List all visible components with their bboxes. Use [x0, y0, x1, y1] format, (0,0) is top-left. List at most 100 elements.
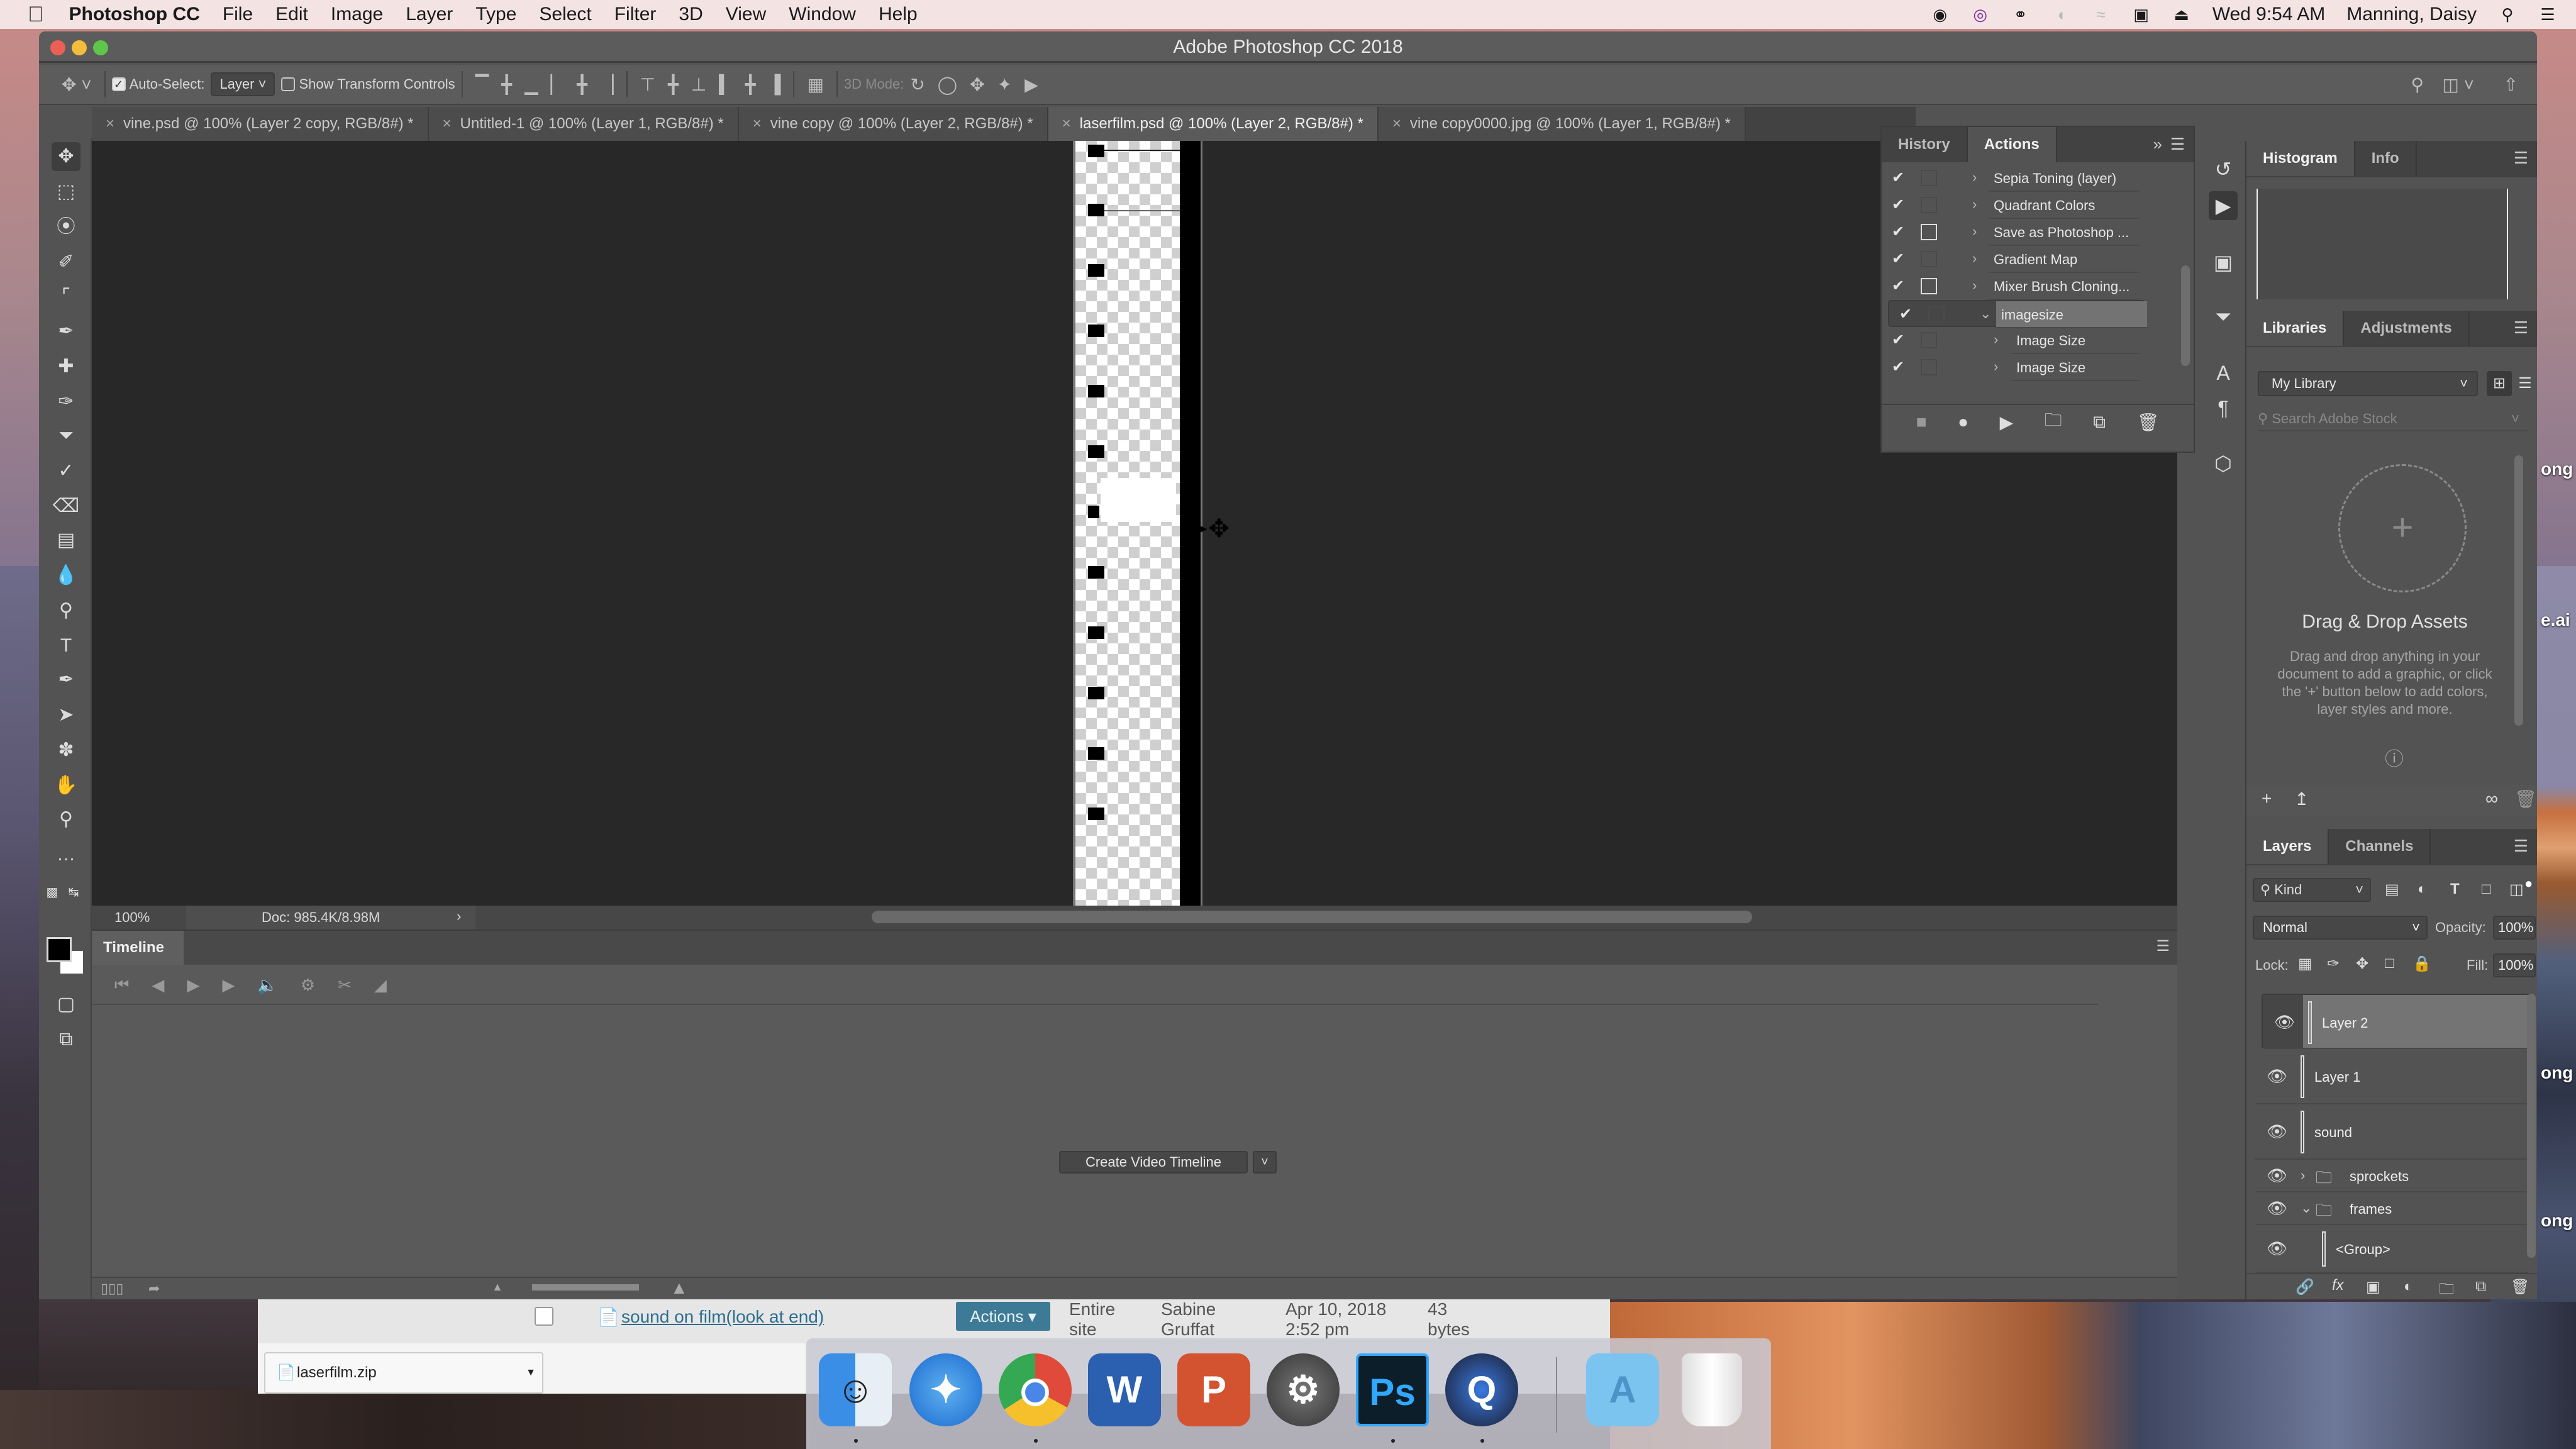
- lasso-tool-icon[interactable]: ⦿: [52, 213, 80, 242]
- doc-tab-active[interactable]: × laserfilm.psd @ 100% (Layer 2, RGB/8#) …: [1048, 107, 1379, 141]
- history-brush-tool-icon[interactable]: ✓: [52, 457, 80, 486]
- layer-body[interactable]: Layer 1: [2296, 1049, 2528, 1103]
- download-menu-icon[interactable]: ▼: [526, 1353, 536, 1392]
- hand-tool-icon[interactable]: ✋: [52, 771, 80, 800]
- type-tool-icon[interactable]: T: [52, 631, 80, 660]
- render-video-icon[interactable]: ➦: [148, 1280, 160, 1297]
- menu-select[interactable]: Select: [539, 4, 591, 25]
- action-item[interactable]: ✔ › Quadrant Colors: [1882, 192, 2140, 219]
- layer-name[interactable]: sound: [2314, 1124, 2352, 1141]
- chevron-down-icon[interactable]: ⌄: [1980, 306, 1991, 322]
- close-tab-icon[interactable]: ×: [443, 115, 452, 132]
- timeline-menu-icon[interactable]: ☰: [2156, 937, 2170, 955]
- layer-name[interactable]: sprockets: [2350, 1169, 2409, 1185]
- doc-tab[interactable]: × Untitled-1 @ 100% (Layer 1, RGB/8#) *: [428, 107, 739, 141]
- chevron-right-icon[interactable]: ›: [1994, 358, 1998, 375]
- menu-help[interactable]: Help: [879, 4, 918, 25]
- first-frame-icon[interactable]: ⏮: [114, 975, 129, 995]
- stop-icon[interactable]: ■: [1916, 412, 1927, 432]
- eraser-tool-icon[interactable]: ⌫: [52, 492, 80, 521]
- actions-button[interactable]: Actions ▾: [956, 1302, 1050, 1331]
- chevron-right-icon[interactable]: ›: [1972, 169, 1977, 186]
- transition-icon[interactable]: ◢: [374, 975, 387, 995]
- 3d-roll-icon[interactable]: ◯: [938, 74, 957, 95]
- toggle-item-check-icon[interactable]: ✔: [1892, 169, 1904, 187]
- menu-view[interactable]: View: [726, 4, 766, 25]
- status-menu-chevron-icon[interactable]: ›: [457, 908, 461, 924]
- chevron-right-icon[interactable]: ›: [1972, 223, 1977, 240]
- collapse-panel-icon[interactable]: »: [2153, 135, 2162, 154]
- airplay-icon[interactable]: ▣: [2132, 5, 2151, 24]
- tab-info[interactable]: Info: [2355, 141, 2417, 176]
- layer-body[interactable]: ⌄ 🗀 frames: [2296, 1192, 2528, 1224]
- audio-icon[interactable]: 🔈: [257, 975, 277, 995]
- close-tab-icon[interactable]: ×: [753, 115, 762, 132]
- toggle-dialog-icon[interactable]: [1921, 251, 1937, 267]
- opacity-input[interactable]: 100%: [2493, 916, 2536, 940]
- layer-row[interactable]: 👁 <Group>: [2255, 1225, 2528, 1273]
- visibility-eye-icon[interactable]: 👁: [2267, 1067, 2287, 1086]
- menu-layer[interactable]: Layer: [406, 4, 453, 25]
- delete-icon[interactable]: 🗑: [2514, 789, 2537, 809]
- spotlight-icon[interactable]: ⚲: [2498, 5, 2517, 24]
- prev-frame-icon[interactable]: ◀: [152, 975, 164, 995]
- grid-view-icon[interactable]: ⊞: [2487, 371, 2512, 396]
- dock-photoshop-icon[interactable]: Ps: [1356, 1353, 1429, 1426]
- tab-layers[interactable]: Layers: [2246, 829, 2329, 864]
- zoom-in-icon[interactable]: ▲: [670, 1278, 688, 1298]
- settings-gear-icon[interactable]: ⚙: [301, 975, 315, 995]
- quick-mask-icon[interactable]: ▢: [52, 990, 80, 1019]
- blend-mode-dropdown[interactable]: Normal ˅: [2253, 916, 2428, 940]
- tab-libraries[interactable]: Libraries: [2246, 311, 2345, 346]
- layer-name[interactable]: frames: [2350, 1201, 2392, 1218]
- list-view-icon[interactable]: ☰: [2516, 371, 2534, 396]
- tab-adjustments[interactable]: Adjustments: [2344, 311, 2470, 346]
- layer-body[interactable]: sound: [2296, 1104, 2528, 1158]
- zoom-level[interactable]: 100%: [114, 909, 150, 926]
- move-tool-icon[interactable]: ✥: [52, 142, 80, 171]
- chevron-right-icon[interactable]: ›: [1972, 277, 1977, 294]
- lock-all-icon[interactable]: 🔒: [2412, 955, 2431, 973]
- align-hcenter-icon[interactable]: ╋: [577, 74, 587, 95]
- align-bottom-icon[interactable]: ▁: [525, 74, 538, 95]
- frame-animation-icon[interactable]: ▯▯▯: [101, 1280, 123, 1297]
- auto-select-checkbox[interactable]: ✓: [111, 77, 126, 91]
- visibility-eye-icon[interactable]: 👁: [2267, 1166, 2287, 1185]
- timeline-type-dropdown[interactable]: ˅: [1253, 1151, 1277, 1174]
- dock-safari-icon[interactable]: ✦: [909, 1353, 982, 1426]
- timeline-zoom-slider[interactable]: [532, 1284, 639, 1291]
- visibility-eye-icon[interactable]: 👁: [2267, 1239, 2287, 1258]
- distribute-left-icon[interactable]: ▍: [719, 74, 733, 95]
- chevron-down-icon[interactable]: ⌄: [2301, 1200, 2312, 1216]
- 3d-panel-icon[interactable]: ⬡: [2209, 449, 2238, 478]
- visibility-eye-icon[interactable]: 👁: [2274, 1013, 2295, 1032]
- eyedropper-tool-icon[interactable]: ✒: [52, 317, 80, 346]
- fill-input[interactable]: 100%: [2493, 953, 2536, 977]
- gradient-tool-icon[interactable]: ▤: [52, 526, 80, 555]
- menu-window[interactable]: Window: [789, 4, 856, 25]
- distribute-right-icon[interactable]: ▐: [769, 74, 781, 94]
- menu-user[interactable]: Manning, Daisy: [2346, 4, 2477, 25]
- dock-trash-icon[interactable]: [1682, 1353, 1742, 1426]
- layer-name[interactable]: Layer 1: [2314, 1069, 2360, 1085]
- desktop-file-label[interactable]: e.ai: [2541, 610, 2570, 630]
- chevron-right-icon[interactable]: ›: [1972, 250, 1977, 267]
- menu-3d[interactable]: 3D: [679, 4, 702, 25]
- zoom-tool-icon[interactable]: ⚲: [52, 805, 80, 834]
- toggle-item-check-icon[interactable]: ✔: [1892, 358, 1904, 376]
- filter-toggle[interactable]: ●: [2524, 875, 2533, 892]
- horizontal-scrollbar[interactable]: [872, 911, 1752, 923]
- move-tool-preset-icon[interactable]: ✥ ˅: [62, 74, 92, 95]
- default-colors-icon[interactable]: ▩: [43, 878, 62, 907]
- filter-type-icon[interactable]: T: [2450, 880, 2460, 898]
- tab-histogram[interactable]: Histogram: [2246, 141, 2355, 176]
- doc-tab[interactable]: × vine copy @ 100% (Layer 2, RGB/8#) *: [738, 107, 1048, 141]
- layer-row[interactable]: 👁 Layer 2: [2262, 994, 2534, 1049]
- upload-icon[interactable]: ↥: [2294, 789, 2309, 809]
- menu-filter[interactable]: Filter: [614, 4, 657, 25]
- adjustment-layer-icon[interactable]: ◐: [2404, 1278, 2413, 1296]
- next-frame-icon[interactable]: ▶: [222, 975, 235, 995]
- help-icon[interactable]: ⓘ: [2385, 743, 2404, 771]
- action-item[interactable]: ✔ › Gradient Map: [1882, 246, 2140, 273]
- create-video-timeline-button[interactable]: Create Video Timeline: [1059, 1151, 1248, 1174]
